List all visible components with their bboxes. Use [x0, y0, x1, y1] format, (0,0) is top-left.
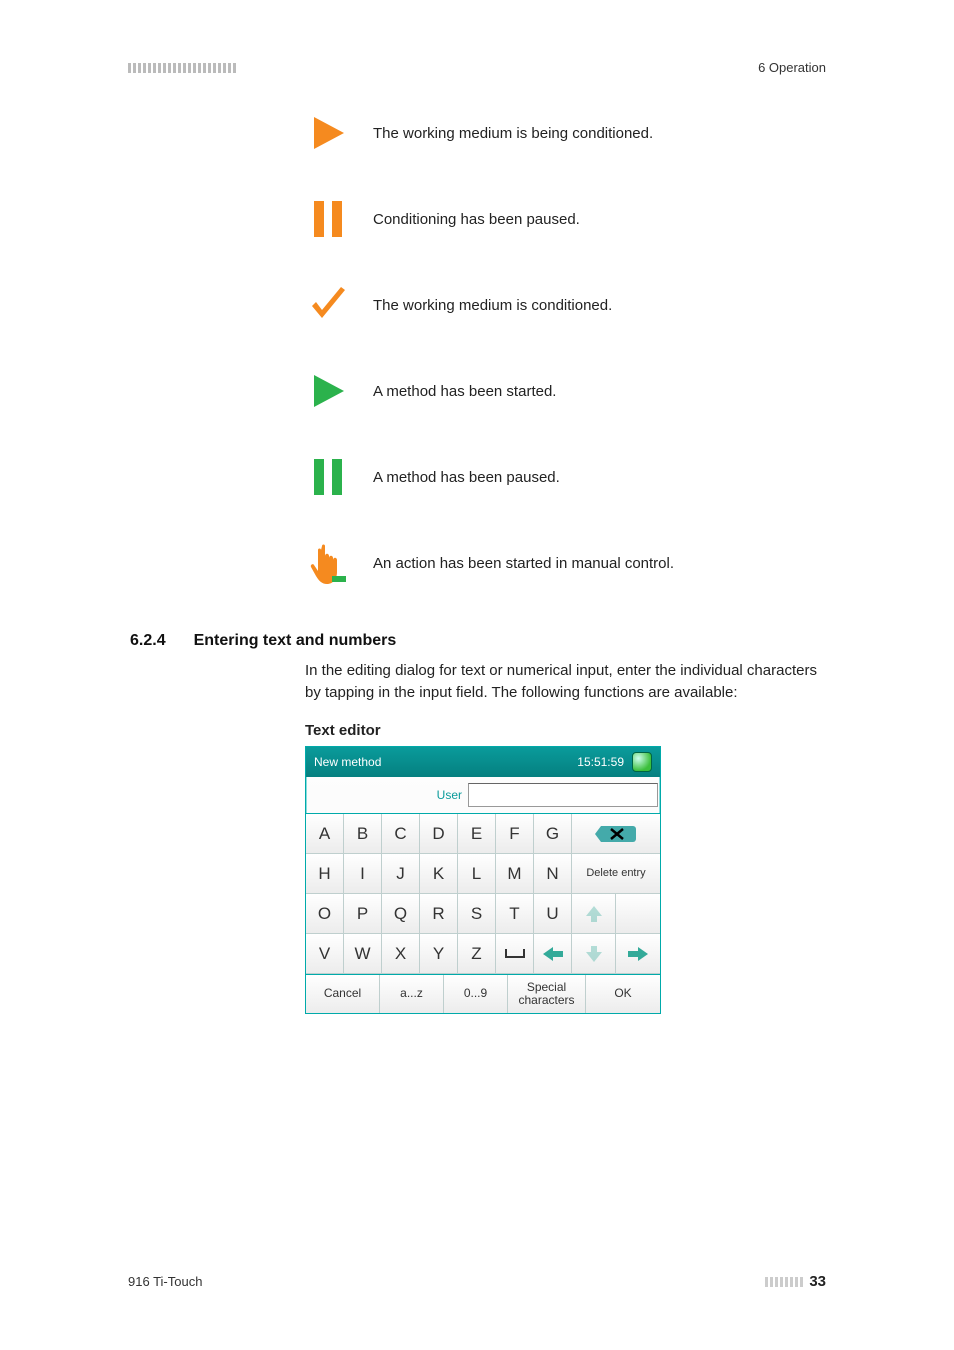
heading-number: 6.2.4 — [130, 632, 166, 650]
status-item: Conditioning has been paused. — [305, 176, 814, 262]
digits-button[interactable]: 0...9 — [444, 975, 508, 1013]
editor-title: New method — [314, 755, 577, 769]
page-footer: 916 Ti-Touch 33 — [128, 1273, 826, 1290]
pause-icon — [305, 454, 351, 500]
key-e[interactable]: E — [458, 814, 496, 854]
arrow-right-icon — [626, 946, 650, 962]
key-b[interactable]: B — [344, 814, 382, 854]
user-field-label: User — [376, 788, 468, 802]
status-text: A method has been paused. — [373, 469, 560, 486]
body-paragraph: In the editing dialog for text or numeri… — [305, 660, 826, 704]
status-text: The working medium is conditioned. — [373, 297, 612, 314]
page-header: 6 Operation — [128, 60, 826, 75]
editor-titlebar: New method 15:51:59 — [306, 747, 660, 777]
space-icon — [504, 947, 526, 961]
key-y[interactable]: Y — [420, 934, 458, 974]
key-n[interactable]: N — [534, 854, 572, 894]
footer-device: 916 Ti-Touch — [128, 1274, 202, 1289]
status-indicator-icon — [632, 752, 652, 772]
editor-bottom-bar: Cancel a...z 0...9 Special characters OK — [306, 974, 660, 1013]
key-x[interactable]: X — [382, 934, 420, 974]
key-t[interactable]: T — [496, 894, 534, 934]
status-text: A method has been started. — [373, 383, 556, 400]
footer-ornament — [765, 1277, 803, 1287]
editor-clock: 15:51:59 — [577, 755, 624, 769]
status-text: Conditioning has been paused. — [373, 211, 580, 228]
editor-field-row: User — [306, 777, 660, 813]
key-c[interactable]: C — [382, 814, 420, 854]
text-editor-panel: New method 15:51:59 User A B C D E F G — [305, 746, 661, 1014]
key-m[interactable]: M — [496, 854, 534, 894]
delete-entry-button[interactable]: Delete entry — [572, 854, 660, 894]
hand-icon — [305, 540, 351, 586]
key-g[interactable]: G — [534, 814, 572, 854]
key-j[interactable]: J — [382, 854, 420, 894]
special-chars-button[interactable]: Special characters — [508, 975, 586, 1013]
play-icon — [305, 110, 351, 156]
keyboard-grid: A B C D E F G H I J K L — [306, 813, 660, 974]
arrow-up-icon — [584, 904, 604, 924]
subhead: Text editor — [305, 722, 381, 739]
key-r[interactable]: R — [420, 894, 458, 934]
key-w[interactable]: W — [344, 934, 382, 974]
pause-icon — [305, 196, 351, 242]
page-number: 33 — [809, 1273, 826, 1290]
heading-title: Entering text and numbers — [194, 632, 397, 650]
section-label: 6 Operation — [758, 60, 826, 75]
key-d[interactable]: D — [420, 814, 458, 854]
status-item: A method has been started. — [305, 348, 814, 434]
cursor-down-button[interactable] — [572, 934, 616, 974]
key-o[interactable]: O — [306, 894, 344, 934]
status-text: An action has been started in manual con… — [373, 555, 674, 572]
key-p[interactable]: P — [344, 894, 382, 934]
cursor-left-button[interactable] — [534, 934, 572, 974]
ok-button[interactable]: OK — [586, 975, 660, 1013]
key-q[interactable]: Q — [382, 894, 420, 934]
cursor-blank — [616, 894, 660, 934]
play-icon — [305, 368, 351, 414]
backspace-button[interactable] — [572, 814, 660, 854]
arrow-left-icon — [541, 946, 565, 962]
key-a[interactable]: A — [306, 814, 344, 854]
status-item: The working medium is being conditioned. — [305, 90, 814, 176]
header-ornament — [128, 63, 236, 73]
arrow-down-icon — [584, 944, 604, 964]
key-i[interactable]: I — [344, 854, 382, 894]
key-l[interactable]: L — [458, 854, 496, 894]
key-u[interactable]: U — [534, 894, 572, 934]
status-item: The working medium is conditioned. — [305, 262, 814, 348]
key-s[interactable]: S — [458, 894, 496, 934]
lowercase-button[interactable]: a...z — [380, 975, 444, 1013]
status-text: The working medium is being conditioned. — [373, 125, 653, 142]
status-item: A method has been paused. — [305, 434, 814, 520]
status-item: An action has been started in manual con… — [305, 520, 814, 606]
status-list: The working medium is being conditioned.… — [305, 90, 814, 606]
backspace-icon — [593, 823, 639, 845]
cursor-up-button[interactable] — [572, 894, 616, 934]
check-icon — [305, 282, 351, 328]
key-space[interactable] — [496, 934, 534, 974]
key-h[interactable]: H — [306, 854, 344, 894]
key-k[interactable]: K — [420, 854, 458, 894]
cursor-right-button[interactable] — [616, 934, 660, 974]
key-v[interactable]: V — [306, 934, 344, 974]
cancel-button[interactable]: Cancel — [306, 975, 380, 1013]
key-z[interactable]: Z — [458, 934, 496, 974]
heading-row: 6.2.4 Entering text and numbers — [130, 632, 824, 650]
key-f[interactable]: F — [496, 814, 534, 854]
user-input[interactable] — [468, 783, 658, 807]
